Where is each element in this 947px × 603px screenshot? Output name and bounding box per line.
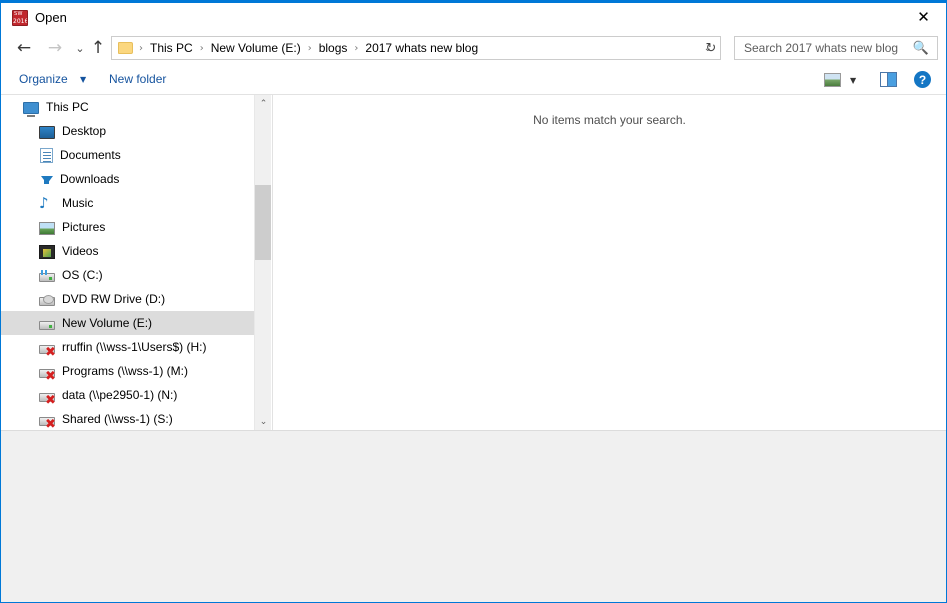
breadcrumb-separator: › — [199, 42, 204, 54]
window-title: Open — [35, 10, 67, 25]
disconnected-x-icon: ✖ — [45, 416, 56, 431]
up-one-level-icon[interactable]: ↑ — [85, 35, 111, 61]
sidebar-item[interactable]: New Volume (E:) — [1, 311, 271, 335]
sidebar-item-label: DVD RW Drive (D:) — [62, 292, 166, 306]
sidebar-item[interactable]: This PC — [1, 95, 271, 119]
search-input[interactable] — [742, 40, 911, 56]
command-bar: Organize ▼ New folder ▼ ? — [1, 66, 946, 94]
disconnected-network-drive-icon: ✖ — [39, 368, 56, 383]
file-list-pane[interactable]: No items match your search. — [272, 95, 946, 430]
empty-list-message: No items match your search. — [533, 113, 686, 127]
solidworks-options-panel: Mode: ⌄ Configurations: ⌄ Display States… — [1, 430, 946, 602]
content-area: This PC Desktop Documents Downloads ♪ Music Pi… — [1, 94, 946, 430]
local-disk-icon — [39, 320, 55, 330]
scrollbar-thumb[interactable] — [255, 185, 271, 260]
disconnected-x-icon: ✖ — [45, 392, 56, 408]
folder-tree: This PC Desktop Documents Downloads ♪ Music Pi… — [1, 95, 271, 430]
sidebar-item-label: New Volume (E:) — [62, 316, 153, 330]
sidebar-item[interactable]: Pictures — [1, 215, 271, 239]
breadcrumb-item-new-volume[interactable]: New Volume (E:) — [210, 41, 302, 55]
organize-chevron-down-icon[interactable]: ▼ — [80, 75, 86, 84]
disconnected-network-drive-icon: ✖ — [39, 392, 56, 407]
sidebar-item[interactable]: ✖ Shared (\\wss-1) (S:) — [1, 407, 271, 430]
breadcrumb-item-this-pc[interactable]: This PC — [149, 41, 194, 55]
sidebar-item-label: This PC — [46, 100, 89, 114]
videos-icon — [39, 244, 55, 259]
sidebar-item-label: rruffin (\\wss-1\Users$) (H:) — [62, 340, 207, 354]
sidebar-item-label: Documents — [60, 148, 121, 162]
breadcrumb-separator: › — [354, 42, 359, 54]
local-disk-icon — [39, 269, 55, 282]
breadcrumb-item-current-folder[interactable]: 2017 whats new blog — [364, 41, 479, 55]
desktop-icon — [39, 125, 55, 139]
close-icon[interactable]: ✕ — [901, 3, 946, 31]
sidebar-item-label: Programs (\\wss-1) (M:) — [62, 364, 188, 378]
sidebar-item-label: Desktop — [62, 124, 107, 138]
open-file-dialog: SW 2016 Open ✕ ← → ⌄ ↑ › This PC › New V… — [0, 0, 947, 603]
sidebar-item[interactable]: Desktop — [1, 119, 271, 143]
sidebar-item-label: Downloads — [60, 172, 120, 186]
sidebar-item-label: Shared (\\wss-1) (S:) — [62, 412, 173, 426]
disconnected-x-icon: ✖ — [45, 368, 56, 384]
navigation-pane-scrollbar[interactable]: ⌃ ⌄ — [254, 95, 271, 430]
app-icon-top-text: SW — [14, 11, 23, 17]
view-chevron-down-icon[interactable]: ▼ — [850, 76, 856, 85]
sidebar-item[interactable]: OS (C:) — [1, 263, 271, 287]
organize-button[interactable]: Organize — [19, 72, 68, 86]
computer-icon — [23, 102, 39, 117]
sidebar-item[interactable]: ✖ rruffin (\\wss-1\Users$) (H:) — [1, 335, 271, 359]
navigation-bar: ← → ⌄ ↑ › This PC › New Volume (E:) › bl… — [1, 31, 946, 66]
navigation-pane: This PC Desktop Documents Downloads ♪ Music Pi… — [1, 95, 271, 430]
sidebar-item[interactable]: Videos — [1, 239, 271, 263]
scroll-down-icon[interactable]: ⌄ — [255, 413, 271, 430]
scroll-up-icon[interactable]: ⌃ — [255, 95, 271, 112]
preview-pane-icon[interactable] — [880, 72, 897, 87]
downloads-icon — [41, 175, 53, 184]
documents-icon — [40, 147, 53, 163]
refresh-icon[interactable]: ↻ — [701, 38, 721, 58]
sidebar-item-label: OS (C:) — [62, 268, 103, 282]
sidebar-item[interactable]: ✖ data (\\pe2950-1) (N:) — [1, 383, 271, 407]
disconnected-network-drive-icon: ✖ — [39, 416, 56, 430]
sidebar-item[interactable]: Documents — [1, 143, 271, 167]
dvd-drive-icon — [39, 294, 55, 306]
help-icon[interactable]: ? — [914, 71, 931, 88]
breadcrumb-separator: › — [139, 42, 143, 54]
sidebar-item[interactable]: Downloads — [1, 167, 271, 191]
breadcrumb[interactable]: › This PC › New Volume (E:) › blogs › 20… — [111, 36, 721, 60]
disconnected-network-drive-icon: ✖ — [39, 344, 56, 359]
change-view-icon[interactable] — [824, 73, 841, 87]
sidebar-item[interactable]: DVD RW Drive (D:) — [1, 287, 271, 311]
new-folder-button[interactable]: New folder — [109, 72, 166, 86]
breadcrumb-item-blogs[interactable]: blogs — [318, 41, 349, 55]
pictures-icon — [39, 221, 55, 235]
solidworks-2016-icon: SW 2016 — [12, 10, 28, 26]
forward-icon[interactable]: → — [42, 35, 68, 61]
search-box[interactable]: 🔍 — [734, 36, 938, 60]
sidebar-item-label: Videos — [62, 244, 99, 258]
back-icon[interactable]: ← — [11, 35, 37, 61]
title-bar: SW 2016 Open ✕ — [1, 0, 946, 31]
disconnected-x-icon: ✖ — [45, 344, 56, 360]
sidebar-item-label: data (\\pe2950-1) (N:) — [62, 388, 178, 402]
sidebar-item-label: Music — [62, 196, 94, 210]
sidebar-item[interactable]: ♪ Music — [1, 191, 271, 215]
music-icon: ♪ — [39, 194, 49, 212]
sidebar-item[interactable]: ✖ Programs (\\wss-1) (M:) — [1, 359, 271, 383]
sidebar-item-label: Pictures — [62, 220, 106, 234]
app-icon-year-text: 2016 — [13, 18, 28, 25]
breadcrumb-separator: › — [307, 42, 312, 54]
search-icon: 🔍 — [912, 40, 929, 56]
folder-icon — [118, 42, 133, 54]
